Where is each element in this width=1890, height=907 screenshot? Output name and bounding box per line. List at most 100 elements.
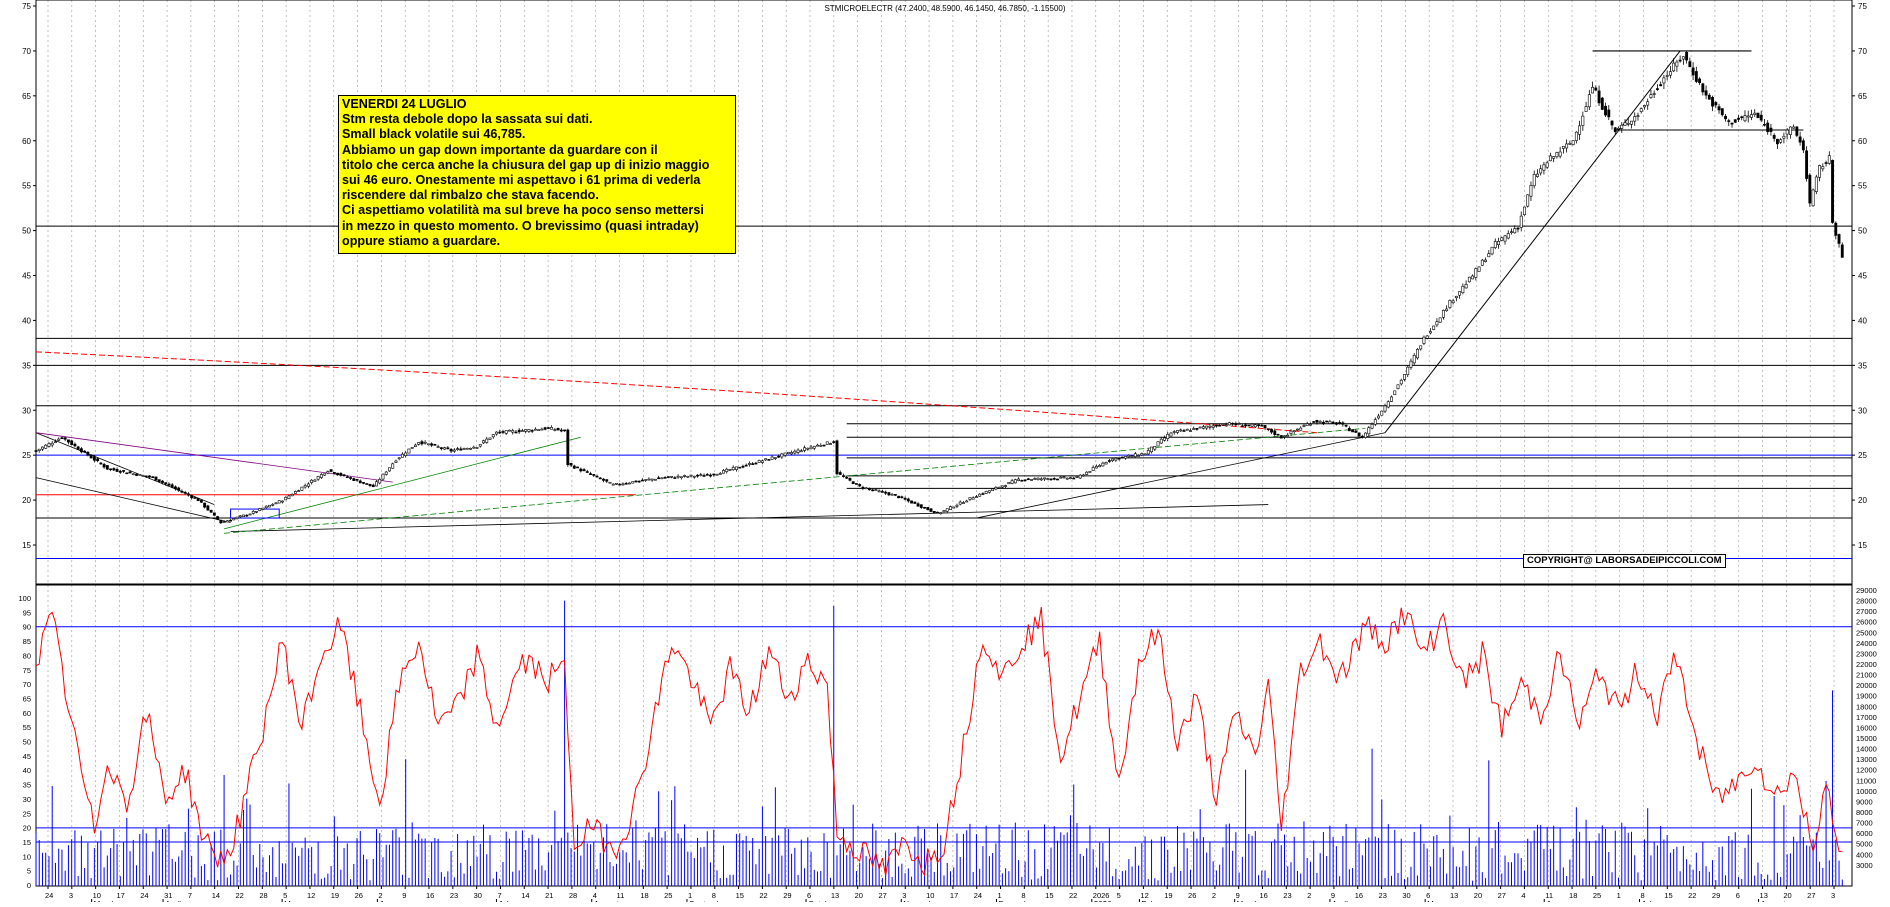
- green-trend-line: [223, 436, 581, 530]
- candle-body: [1150, 446, 1153, 453]
- candle-body: [1046, 478, 1050, 480]
- candle-body: [751, 463, 755, 465]
- candle-body: [41, 446, 44, 450]
- candle-body: [1386, 401, 1390, 408]
- candle-body: [70, 440, 74, 445]
- candle-body: [1779, 139, 1783, 143]
- candle-body: [1409, 360, 1413, 368]
- candle-body: [1701, 83, 1705, 93]
- candle-body: [1000, 485, 1004, 488]
- oscillator-tick-label: 20: [23, 824, 31, 833]
- candle-body: [1464, 284, 1468, 289]
- x-tick-label: 21: [545, 891, 553, 900]
- candle-body: [154, 476, 158, 481]
- candle-body: [1412, 355, 1416, 364]
- candle-body: [683, 475, 687, 477]
- candle-body: [991, 488, 995, 492]
- candle-body: [527, 429, 531, 432]
- volume-tick-label: 13000: [1856, 755, 1877, 764]
- volume-tick-label: 25000: [1856, 628, 1877, 637]
- oscillator-line: [35, 606, 1843, 877]
- x-tick-label: 12: [1140, 891, 1148, 900]
- candle-body: [423, 441, 427, 444]
- price-tick-label-right: 20: [1858, 496, 1867, 505]
- candle-body: [1257, 424, 1260, 427]
- x-tick-label: 5: [1117, 891, 1121, 900]
- candle-body: [1639, 108, 1643, 112]
- candle-body: [679, 476, 683, 479]
- candle-body: [342, 474, 346, 477]
- candle-body: [1834, 222, 1838, 236]
- candle-body: [47, 443, 51, 447]
- candle-body: [495, 431, 498, 435]
- candle-body: [264, 505, 268, 509]
- candle-body: [611, 483, 615, 486]
- x-tick-label: 15: [1045, 891, 1053, 900]
- candle-body: [329, 469, 333, 472]
- candle-body: [508, 429, 511, 432]
- candle-body: [1510, 231, 1513, 233]
- candle-body: [517, 429, 521, 433]
- price-tick-label-left: 40: [22, 316, 31, 325]
- candle-body: [303, 485, 307, 488]
- price-tick-label-right: 50: [1858, 227, 1867, 236]
- candle-body: [722, 470, 725, 474]
- candle-body: [1169, 432, 1173, 437]
- candle-body: [1023, 479, 1027, 482]
- candle-body: [219, 519, 223, 524]
- candle-body: [1484, 259, 1487, 262]
- candle-body: [1354, 430, 1358, 433]
- candle-body: [1769, 127, 1773, 132]
- candle-body: [144, 475, 148, 478]
- candle-body: [1626, 122, 1630, 125]
- x-tick-label: 13: [1450, 891, 1458, 900]
- candle-body: [1286, 434, 1290, 437]
- x-tick-label: 19: [1164, 891, 1172, 900]
- candle-body: [1334, 422, 1338, 425]
- candle-body: [1425, 335, 1429, 339]
- candle-body: [313, 479, 317, 482]
- candle-body: [1766, 122, 1770, 133]
- candle-body: [109, 468, 113, 471]
- candle-body: [965, 500, 969, 503]
- volume-tick-label: 5000: [1856, 840, 1873, 849]
- candle-body: [958, 501, 962, 505]
- x-tick-label: 18: [1569, 891, 1577, 900]
- x-tick-label: 27: [878, 891, 886, 900]
- price-tick-label-left: 75: [22, 2, 31, 11]
- candle-body: [1542, 164, 1546, 171]
- candle-body: [660, 477, 664, 480]
- candle-body: [1555, 152, 1559, 158]
- candle-body: [1120, 456, 1124, 459]
- candle-body: [413, 444, 417, 447]
- candle-body: [874, 489, 878, 491]
- candle-body: [1733, 119, 1737, 123]
- candle-body: [1837, 234, 1841, 244]
- candle-body: [524, 429, 528, 432]
- candle-body: [657, 477, 661, 480]
- x-tick-label: 2: [1307, 891, 1311, 900]
- candle-body: [66, 439, 70, 443]
- volume-tick-label: 18000: [1856, 702, 1877, 711]
- price-tick-label-right: 75: [1858, 2, 1867, 11]
- candle-body: [1445, 308, 1449, 312]
- candle-body: [1617, 127, 1620, 130]
- candle-body: [118, 470, 122, 473]
- candle-body: [1114, 457, 1118, 461]
- oscillator-tick-label: 45: [23, 752, 31, 761]
- candle-body: [1801, 140, 1805, 151]
- candle-body: [829, 443, 832, 445]
- candle-body: [1208, 425, 1212, 428]
- candle-body: [164, 482, 168, 485]
- candle-body: [452, 449, 456, 452]
- candle-body: [1681, 56, 1685, 60]
- candle-body: [1704, 90, 1708, 96]
- candle-body: [1043, 477, 1046, 480]
- candle-body: [131, 473, 135, 476]
- candle-body: [689, 474, 693, 477]
- price-tick-label-left: 15: [22, 541, 31, 550]
- candle-body: [1033, 478, 1037, 480]
- candle-body: [1831, 160, 1834, 223]
- candle-body: [1276, 433, 1280, 436]
- candle-body: [926, 507, 930, 511]
